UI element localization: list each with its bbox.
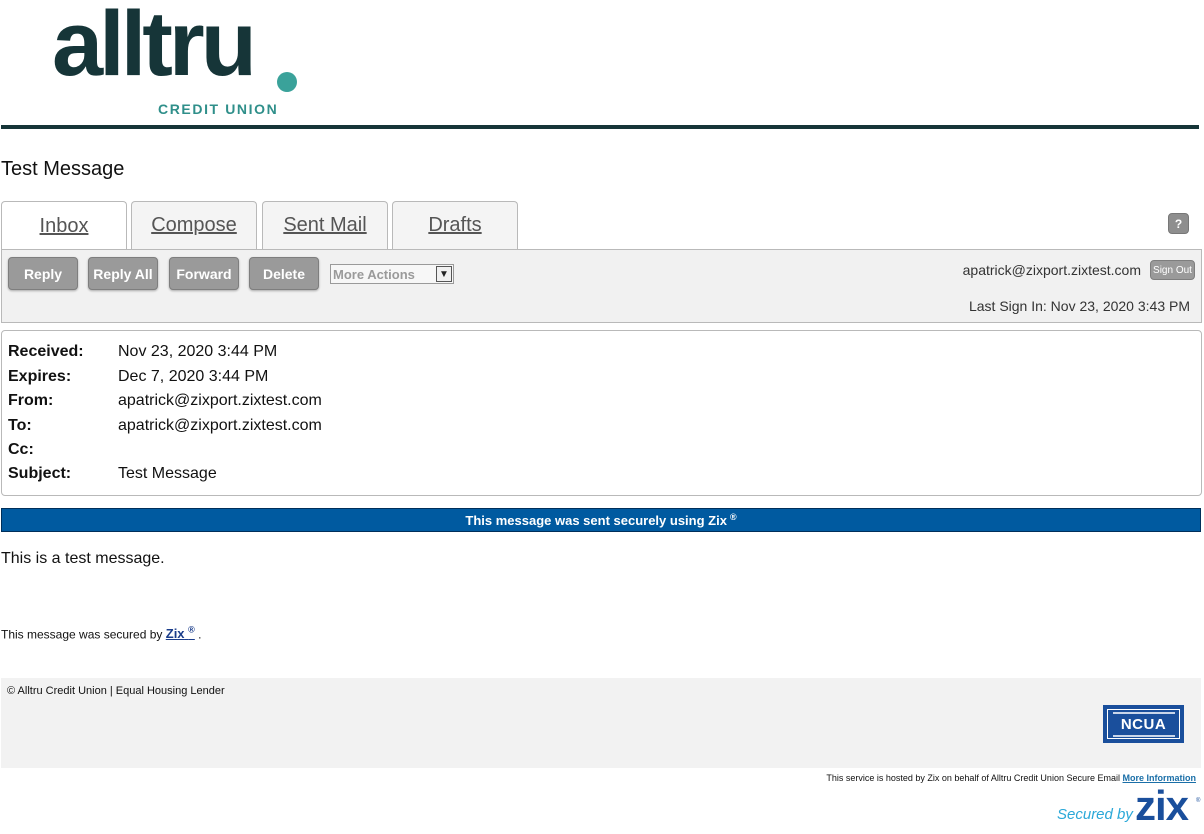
header-divider [1,125,1199,129]
forward-button[interactable]: Forward [169,257,239,290]
hosted-text: This service is hosted by Zix on behalf … [826,773,1120,783]
user-email: apatrick@zixport.zixtest.com [962,262,1141,278]
help-button[interactable]: ? [1168,213,1189,234]
secured-suffix: . [198,627,202,642]
alltru-logo: alltru [52,0,257,95]
to-label: To: [8,417,32,434]
logo-dot [277,72,297,92]
secure-banner-text: This message was sent securely using Zix [465,512,727,528]
received-value: Nov 23, 2020 3:44 PM [118,343,278,360]
ncua-label: NCUA [1120,715,1167,733]
from-value: apatrick@zixport.zixtest.com [118,392,322,409]
cc-label: Cc: [8,441,34,458]
ncua-badge: NCUA [1103,705,1184,743]
tab-sent-mail[interactable]: Sent Mail [262,201,388,249]
zix-registered-mark: ® [1196,798,1201,804]
page-title: Test Message [1,158,125,180]
secured-by-line: This message was secured by Zix ® . [1,625,202,641]
secured-prefix: This message was secured by [1,627,163,642]
reply-all-button[interactable]: Reply All [88,257,158,290]
sign-out-button[interactable]: Sign Out [1150,260,1195,280]
from-label: From: [8,392,54,409]
registered-mark: ® [729,512,737,522]
zix-link[interactable]: Zix ® [166,625,195,641]
tab-inbox[interactable]: Inbox [1,201,127,251]
secure-banner: This message was sent securely using Zix… [1,508,1201,532]
subject-label: Subject: [8,465,72,482]
to-value: apatrick@zixport.zixtest.com [118,417,322,434]
expires-label: Expires: [8,368,72,385]
reply-button[interactable]: Reply [8,257,78,290]
more-actions-select[interactable]: More Actions ▼ [330,264,454,284]
tab-drafts[interactable]: Drafts [392,201,518,249]
last-sign-in: Last Sign In: Nov 23, 2020 3:43 PM [968,298,1190,314]
footer-copyright: © Alltru Credit Union | Equal Housing Le… [7,685,225,697]
delete-button[interactable]: Delete [249,257,319,290]
more-actions-label: More Actions [333,266,415,282]
received-label: Received: [8,343,84,360]
tab-compose[interactable]: Compose [131,201,257,249]
subject-value: Test Message [118,465,217,482]
logo-subtitle: CREDIT UNION [158,101,279,117]
message-body: This is a test message. [1,550,165,567]
zix-logo: zix [1135,782,1189,829]
expires-value: Dec 7, 2020 3:44 PM [118,368,269,385]
chevron-down-icon[interactable]: ▼ [436,266,452,282]
secured-by-label: Secured by [1057,806,1133,823]
